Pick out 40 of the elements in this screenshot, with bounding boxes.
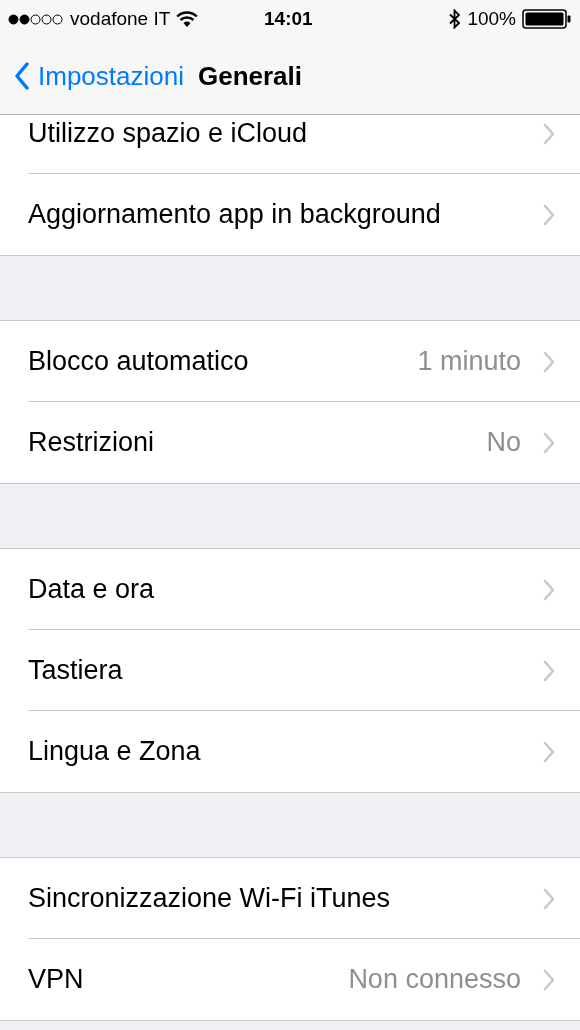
- row-value: No: [486, 427, 521, 458]
- settings-row[interactable]: Restrizioni No: [0, 402, 580, 483]
- settings-row[interactable]: VPN Non connesso: [0, 939, 580, 1020]
- carrier-name: vodafone IT: [70, 8, 171, 30]
- row-label: Tastiera: [28, 655, 124, 686]
- row-value: 1 minuto: [417, 346, 521, 377]
- bluetooth-icon: [449, 9, 462, 29]
- row-label: Data e ora: [28, 574, 156, 605]
- settings-row[interactable]: Utilizzo spazio e iCloud: [0, 115, 580, 174]
- row-label: Sincronizzazione Wi-Fi iTunes: [28, 883, 392, 914]
- settings-row[interactable]: Aggiornamento app in background: [0, 174, 580, 255]
- clock-time: 14:01: [264, 8, 313, 30]
- chevron-icon: [543, 968, 555, 991]
- battery-percent: 100%: [467, 8, 516, 30]
- row-label: Lingua e Zona: [28, 736, 202, 767]
- settings-row[interactable]: Data e ora: [0, 549, 580, 630]
- settings-row[interactable]: Tastiera: [0, 630, 580, 711]
- row-label: Restrizioni: [28, 427, 156, 458]
- row-value: Non connesso: [348, 964, 521, 995]
- row-label: VPN: [28, 964, 85, 995]
- chevron-icon: [543, 350, 555, 373]
- settings-row[interactable]: Lingua e Zona: [0, 711, 580, 792]
- row-label: Blocco automatico: [28, 346, 250, 377]
- row-label: Utilizzo spazio e iCloud: [28, 118, 309, 149]
- settings-row[interactable]: Blocco automatico 1 minuto: [0, 321, 580, 402]
- wifi-icon: [176, 11, 199, 27]
- signal-icon: [8, 13, 64, 25]
- back-chevron-icon: [14, 62, 30, 90]
- chevron-icon: [543, 659, 555, 682]
- back-button[interactable]: Impostazioni: [14, 60, 184, 92]
- chevron-icon: [543, 740, 555, 763]
- chevron-icon: [543, 203, 555, 226]
- page-title: Generali: [197, 60, 303, 92]
- chevron-icon: [543, 431, 555, 454]
- chevron-icon: [543, 887, 555, 910]
- chevron-icon: [543, 122, 555, 145]
- row-label: Aggiornamento app in background: [28, 199, 442, 230]
- chevron-icon: [543, 578, 555, 601]
- settings-row[interactable]: Sincronizzazione Wi-Fi iTunes: [0, 858, 580, 939]
- battery-icon: [522, 9, 572, 29]
